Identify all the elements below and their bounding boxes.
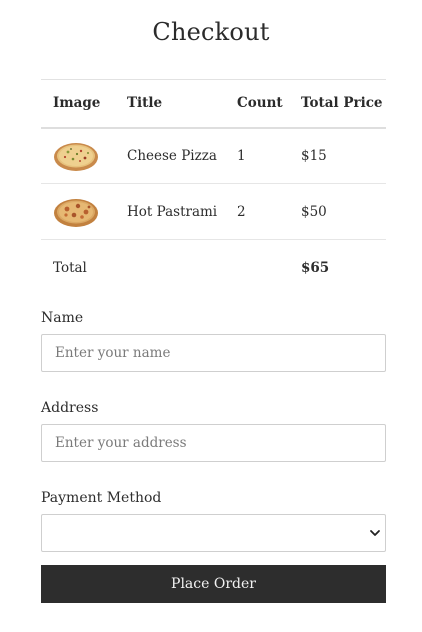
chevron-down-icon: [370, 530, 380, 536]
total-empty-cell: [115, 240, 225, 296]
payment-method-select[interactable]: [41, 514, 386, 552]
column-header-title: Title: [127, 95, 163, 112]
cell-count: 1: [237, 147, 246, 164]
column-header-total-price: Total Price: [301, 95, 383, 112]
total-amount: $65: [301, 259, 330, 276]
order-table: Image Title Count Total Price Cheese Piz…: [41, 79, 386, 296]
total-row: Total $65: [41, 240, 386, 296]
cell-image: [41, 128, 115, 184]
table-body: Cheese Pizza 1 $15 Hot Pastrami 2 $50 To…: [41, 128, 386, 296]
cheese-pizza-image: [54, 142, 98, 171]
table-header: Image Title Count Total Price: [41, 79, 386, 128]
payment-method-label: Payment Method: [41, 490, 162, 506]
name-label: Name: [41, 310, 84, 326]
cell-image: [41, 184, 115, 240]
place-order-button[interactable]: Place Order: [41, 565, 386, 603]
table-row: Hot Pastrami 2 $50: [41, 184, 386, 240]
checkout-form: Name Address Payment Method: [41, 306, 386, 552]
column-header-image: Image: [53, 95, 101, 112]
cell-title: Cheese Pizza: [127, 147, 217, 164]
column-header-count: Count: [237, 95, 283, 112]
page-title: Checkout: [152, 18, 270, 46]
total-label: Total: [53, 259, 87, 276]
hot-pastrami-pizza-image: [54, 198, 98, 227]
cell-count: 2: [237, 203, 246, 220]
table-row: Cheese Pizza 1 $15: [41, 128, 386, 184]
cell-price: $50: [301, 203, 327, 220]
checkout-page: Checkout Image Title Count Total Price C…: [0, 0, 422, 632]
table-header-row: Image Title Count Total Price: [41, 79, 386, 128]
cell-price: $15: [301, 147, 327, 164]
address-label: Address: [41, 400, 99, 416]
cell-title: Hot Pastrami: [127, 203, 218, 220]
name-input[interactable]: [41, 334, 386, 372]
total-empty-cell: [225, 240, 289, 296]
address-input[interactable]: [41, 424, 386, 462]
